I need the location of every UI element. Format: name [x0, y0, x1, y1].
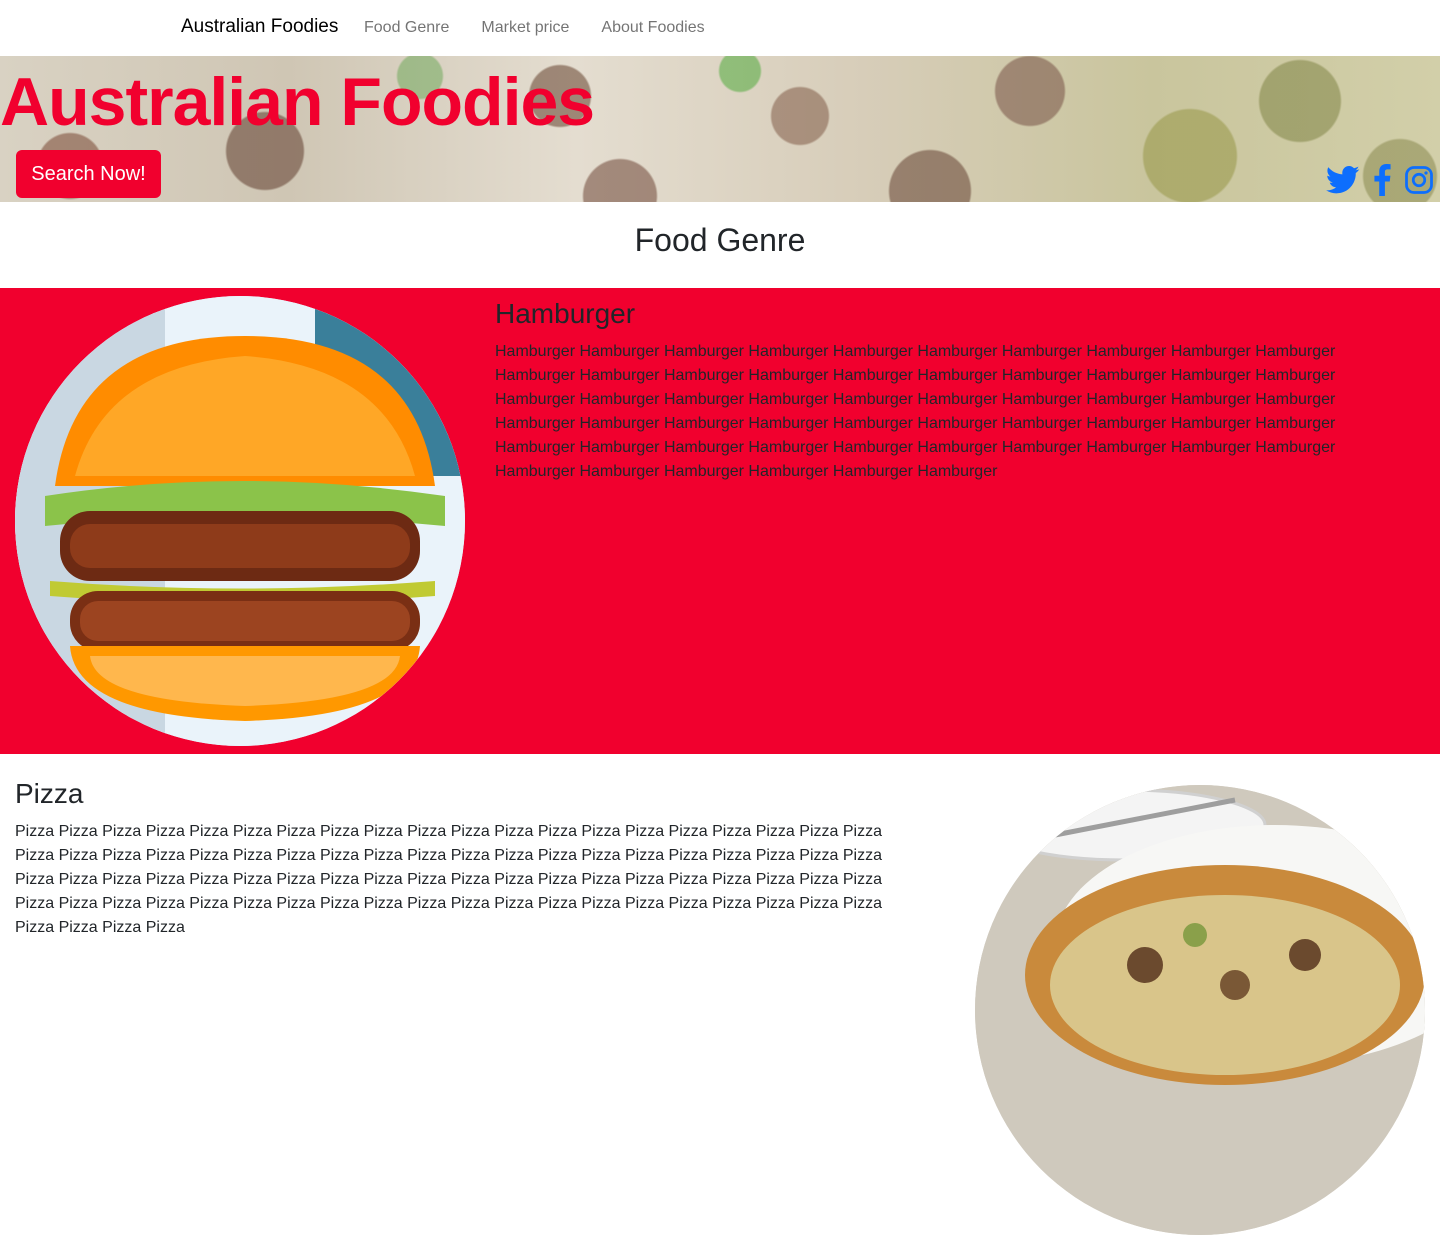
pizza-image: [975, 785, 1425, 1235]
facebook-icon[interactable]: [1372, 164, 1392, 196]
genre-description-hamburger: Hamburger Hamburger Hamburger Hamburger …: [495, 343, 1336, 480]
nav-link-market-price[interactable]: Market price: [465, 19, 585, 37]
pizza-content: Pizza Pizza Pizza Pizza Pizza Pizza Pizz…: [15, 778, 915, 940]
genre-heading-hamburger: Hamburger: [495, 298, 636, 329]
genre-description-pizza: Pizza Pizza Pizza Pizza Pizza Pizza Pizz…: [15, 823, 882, 936]
search-now-button[interactable]: Search Now!: [16, 150, 161, 198]
hamburger-image: [15, 296, 465, 746]
twitter-icon[interactable]: [1326, 165, 1360, 195]
genre-heading-pizza: Pizza: [15, 778, 84, 809]
nav-link-about-foodies[interactable]: About Foodies: [585, 19, 720, 37]
section-title-food-genre: Food Genre: [634, 222, 806, 258]
navbar: Australian Foodies Food Genre Market pri…: [0, 0, 1440, 56]
hero-title: Australian Foodies: [0, 64, 595, 140]
instagram-icon[interactable]: [1404, 165, 1434, 195]
social-links: [1326, 164, 1434, 196]
nav-links: Food Genre Market price About Foodies: [348, 0, 721, 56]
genre-hamburger: Hamburger Hamburger Hamburger Hamburger …: [0, 288, 1440, 754]
navbar-brand[interactable]: Australian Foodies: [181, 16, 338, 38]
hero-banner: Australian Foodies Search Now!: [0, 56, 1440, 202]
nav-link-food-genre[interactable]: Food Genre: [348, 19, 465, 37]
hamburger-content: Hamburger Hamburger Hamburger Hamburger …: [495, 298, 1365, 484]
